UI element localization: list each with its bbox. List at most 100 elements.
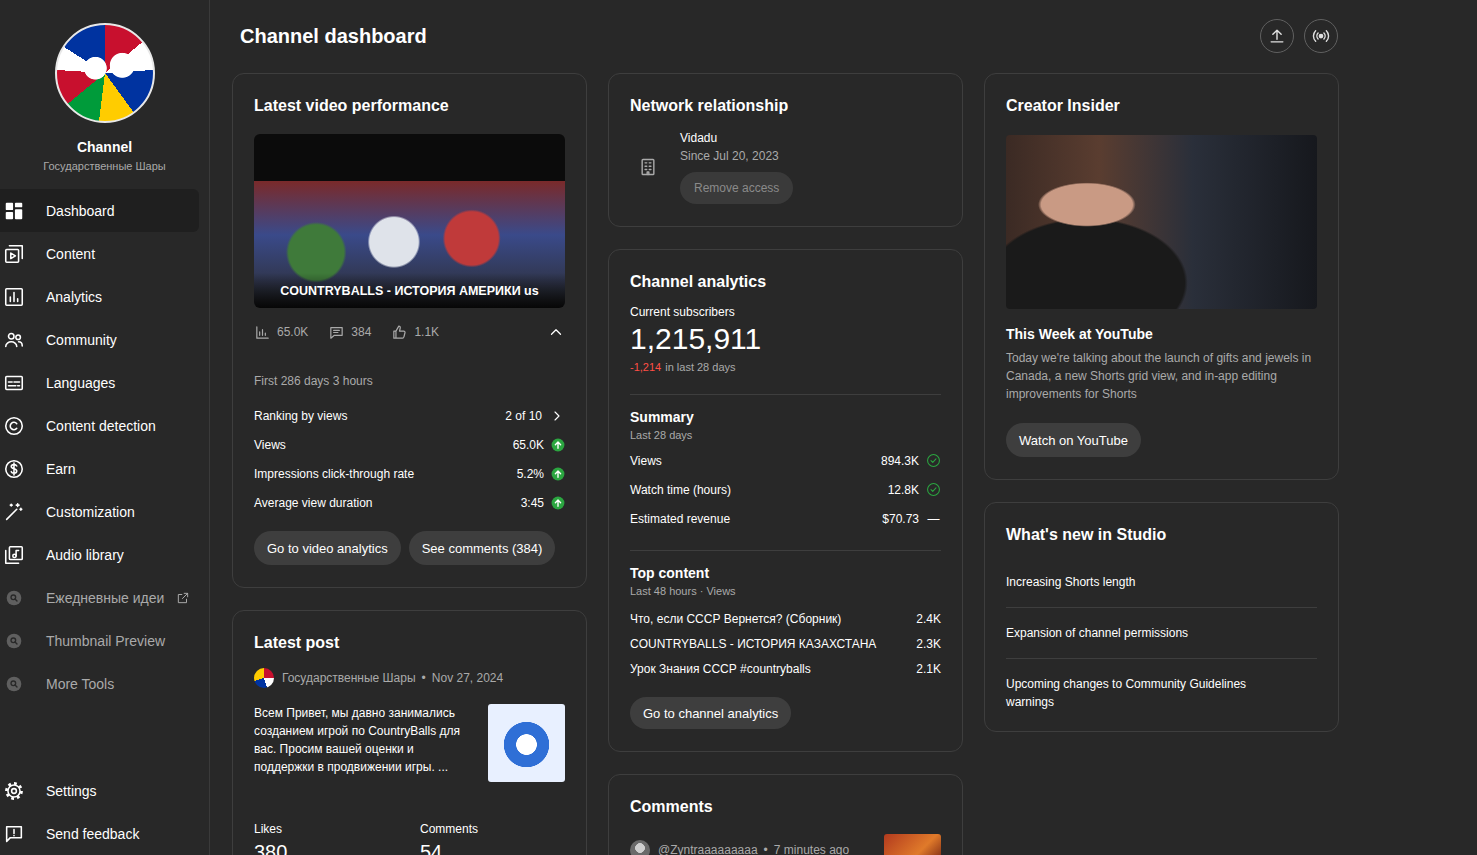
dashboard-icon <box>3 200 25 222</box>
channel-analytics-card: Channel analytics Current subscribers 1,… <box>608 249 963 752</box>
post-stat: Comments 54 <box>420 821 565 855</box>
sidebar-item[interactable]: Thumbnail Preview <box>0 619 199 662</box>
summary-row: Views 894.3K <box>630 446 941 475</box>
summary-row: Estimated revenue $70.73 — <box>630 504 941 533</box>
summary-title: Summary <box>630 407 941 427</box>
up-circle-icon <box>551 496 565 510</box>
card-title: Channel analytics <box>630 271 941 293</box>
comment-icon <box>328 324 345 341</box>
creator-insider-description: Today we're talking about the launch of … <box>1006 349 1317 403</box>
comment-item[interactable]: @Zyntraaaaaaaaa • 7 minutes ago <box>630 834 941 855</box>
studio-app: Channel Государственные Шары Dashboard C… <box>0 0 1477 855</box>
author-avatar <box>254 668 274 688</box>
collapse-button[interactable] <box>547 323 565 341</box>
remove-access-button[interactable]: Remove access <box>680 172 793 204</box>
up-circle-icon <box>551 438 565 452</box>
page-title: Channel dashboard <box>240 23 427 49</box>
network-since: Since Jul 20, 2023 <box>680 147 779 165</box>
sidebar-footer: Settings Send feedback <box>0 769 209 855</box>
channel-analytics-button[interactable]: Go to channel analytics <box>630 697 791 729</box>
card-button[interactable]: Go to video analytics <box>254 531 401 565</box>
sidebar-item[interactable]: Content detection <box>0 404 199 447</box>
extension-icon <box>6 633 22 649</box>
video-period: First 286 days 3 hours <box>254 373 565 389</box>
extension-icon <box>6 590 22 606</box>
metric-row[interactable]: Ranking by views 2 of 10 <box>254 401 565 430</box>
wand-icon <box>3 501 25 523</box>
analytics-icon <box>3 286 25 308</box>
sidebar-item[interactable]: Analytics <box>0 275 199 318</box>
card-button[interactable]: See comments (384) <box>409 531 556 565</box>
video-stat: 65.0K <box>254 324 308 341</box>
sidebar-item[interactable]: Customization <box>0 490 199 533</box>
sidebar-item[interactable]: Audio library <box>0 533 199 576</box>
sidebar: Channel Государственные Шары Dashboard C… <box>0 0 210 855</box>
sidebar-item[interactable]: Dashboard <box>0 189 199 232</box>
watch-button[interactable]: Watch on YouTube <box>1006 423 1141 457</box>
comment-video-thumbnail[interactable] <box>884 834 941 855</box>
summary-row: Watch time (hours) 12.8K <box>630 475 941 504</box>
go-live-button[interactable] <box>1304 19 1338 53</box>
channel-label: Channel <box>0 138 209 156</box>
post-text[interactable]: Всем Привет, мы давно занимались создани… <box>254 704 474 776</box>
languages-icon <box>3 372 25 394</box>
card-title: Latest post <box>254 632 565 654</box>
top-content-period: Last 48 hours · Views <box>630 583 941 599</box>
chevron-up-icon <box>547 323 565 341</box>
sidebar-item[interactable]: More Tools <box>0 662 199 705</box>
content-icon <box>3 243 25 265</box>
creator-insider-thumbnail[interactable] <box>1006 135 1317 309</box>
audio-icon <box>3 544 25 566</box>
building-icon <box>638 157 658 177</box>
sidebar-item[interactable]: Content <box>0 232 199 275</box>
comments-card: Comments @Zyntraaaaaaaaa • 7 minutes ago <box>608 774 963 855</box>
card-title: Comments <box>630 796 941 818</box>
metric-row: Impressions click-through rate 5.2% <box>254 459 565 488</box>
network-card: Network relationship Vidadu Since Jul 20… <box>608 73 963 227</box>
copyright-icon <box>3 415 25 437</box>
post-image[interactable] <box>488 704 565 782</box>
video-stat: 1.1K <box>391 324 439 341</box>
top-content-row[interactable]: COUNTRYBALLS - ИСТОРИЯ КАЗАХСТАНА 2.3K <box>630 631 941 656</box>
summary-period: Last 28 days <box>630 427 941 443</box>
chevron-right-icon <box>549 408 565 424</box>
top-content-row[interactable]: Что, если СССР Вернется? (Сборник) 2.4K <box>630 606 941 631</box>
sidebar-item[interactable]: Send feedback <box>0 812 199 855</box>
channel-name[interactable]: Государственные Шары <box>0 158 209 174</box>
card-title: What's new in Studio <box>1006 524 1317 546</box>
subscriber-count: 1,215,911 <box>630 321 941 357</box>
news-item[interactable]: Upcoming changes to Community Guidelines… <box>1006 659 1317 727</box>
sidebar-item[interactable]: Ежедневные идеи <box>0 576 199 619</box>
news-item[interactable]: Expansion of channel permissions <box>1006 608 1317 659</box>
sidebar-item[interactable]: Earn <box>0 447 199 490</box>
post-author: Государственные Шары • Nov 27, 2024 <box>254 668 565 688</box>
video-stat: 384 <box>328 324 371 341</box>
creator-insider-card: Creator Insider This Week at YouTube Tod… <box>984 73 1339 480</box>
card-title: Network relationship <box>630 95 941 117</box>
top-content-row[interactable]: Урок Знания СССР #countryballs 2.1K <box>630 656 941 681</box>
video-thumbnail[interactable]: COUNTRYBALLS - ИСТОРИЯ АМЕРИКИ us <box>254 134 565 308</box>
sidebar-item[interactable]: Languages <box>0 361 199 404</box>
subscribers-label: Current subscribers <box>630 304 941 320</box>
metric-row: Average view duration 3:45 <box>254 488 565 517</box>
sidebar-menu: Dashboard Content Analytics Community La… <box>0 189 209 705</box>
top-content-title: Top content <box>630 563 941 583</box>
page-header: Channel dashboard <box>232 14 1339 58</box>
no-change-mark: — <box>926 512 941 526</box>
metric-row: Views 65.0K <box>254 430 565 459</box>
post-stat: Likes 380 <box>254 821 420 855</box>
news-item[interactable]: Increasing Shorts length <box>1006 557 1317 608</box>
bars-icon <box>254 324 271 341</box>
sidebar-item[interactable]: Settings <box>0 769 199 812</box>
whats-new-card: What's new in Studio Increasing Shorts l… <box>984 502 1339 732</box>
like-icon <box>391 324 408 341</box>
settings-icon <box>3 780 25 802</box>
feedback-icon <box>3 823 25 845</box>
check-circle-icon <box>926 482 941 497</box>
dashboard-grid: Latest video performance COUNTRYBALLS - … <box>232 73 1477 855</box>
channel-avatar[interactable] <box>55 23 155 123</box>
sidebar-item[interactable]: Community <box>0 318 199 361</box>
upload-button[interactable] <box>1260 19 1294 53</box>
latest-video-card: Latest video performance COUNTRYBALLS - … <box>232 73 587 588</box>
video-title[interactable]: COUNTRYBALLS - ИСТОРИЯ АМЕРИКИ us <box>254 273 565 308</box>
